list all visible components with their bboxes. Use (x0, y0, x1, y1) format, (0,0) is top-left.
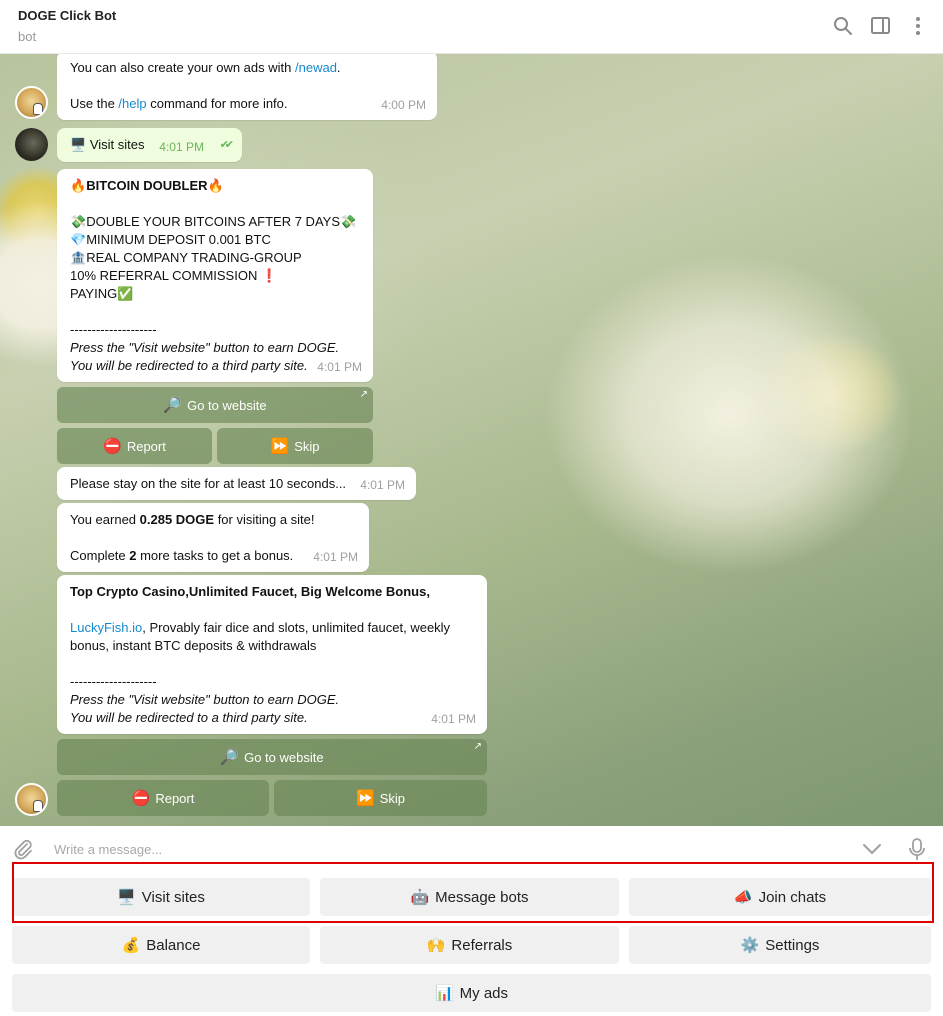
ad-note: You will be redirected to a third party … (70, 710, 308, 725)
chat-history[interactable]: You can also create your own ads with /n… (0, 54, 943, 826)
message-time: 4:01 PM (313, 550, 358, 564)
my-ads-button[interactable]: 📊 My ads (12, 974, 931, 1012)
no-entry-icon: ⛔ (103, 438, 122, 455)
message-input[interactable]: Write a message... (54, 842, 162, 857)
more-vert-icon[interactable] (908, 15, 928, 37)
megaphone-icon: 📣 (733, 889, 753, 906)
no-entry-icon: ⛔ (131, 790, 151, 807)
message-text: Please stay on the site for at least 10 … (70, 476, 347, 491)
go-to-website-button[interactable]: 🔎 Go to website ↗ (57, 387, 373, 423)
message-text: Use the /help command for more info. (70, 96, 288, 111)
join-chats-button[interactable]: 📣 Join chats (629, 878, 931, 916)
chat-title[interactable]: DOGE Click Bot (18, 8, 116, 23)
go-to-website-button[interactable]: 🔎 Go to website ↗ (57, 739, 487, 775)
divider: -------------------- (70, 674, 157, 689)
chat-header: DOGE Click Bot bot (0, 0, 943, 54)
message-text: You earned 0.285 DOGE for visiting a sit… (70, 512, 315, 527)
message-bubble-outgoing: 🖥️ Visit sites 4:01 PM ✔✔ (57, 128, 242, 162)
external-link-icon: ↗ (359, 389, 368, 400)
newad-command-link[interactable]: /newad (295, 60, 337, 75)
gear-icon: ⚙️ (740, 937, 760, 954)
message-time: 4:01 PM (159, 140, 204, 154)
desktop-icon: 🖥️ (117, 889, 136, 906)
ad-note: Press the "Visit website" button to earn… (70, 692, 340, 707)
message-bubble: Please stay on the site for at least 10 … (57, 467, 416, 500)
ad-title: Top Crypto Casino,Unlimited Faucet, Big … (70, 584, 430, 599)
message-time: 4:00 PM (381, 98, 426, 112)
settings-button[interactable]: ⚙️ Settings (629, 926, 931, 964)
message-bubble: You earned 0.285 DOGE for visiting a sit… (57, 503, 369, 572)
message-time: 4:01 PM (317, 360, 362, 374)
report-button[interactable]: ⛔ Report (57, 428, 212, 464)
fast-forward-icon: ⏩ (356, 790, 375, 807)
bot-reply-keyboard: 🖥️ Visit sites 🤖 Message bots 📣 Join cha… (0, 862, 943, 1016)
message-bubble: Top Crypto Casino,Unlimited Faucet, Big … (57, 575, 487, 734)
message-bots-button[interactable]: 🤖 Message bots (320, 878, 619, 916)
bot-avatar[interactable] (15, 86, 48, 119)
visit-sites-button[interactable]: 🖥️ Visit sites (12, 878, 310, 916)
balance-button[interactable]: 💰 Balance (12, 926, 310, 964)
message-time: 4:01 PM (431, 712, 476, 726)
money-bag-icon: 💰 (121, 937, 141, 954)
report-button[interactable]: ⛔ Report (57, 780, 269, 816)
raised-hands-icon: 🙌 (426, 937, 446, 954)
chat-subtitle: bot (18, 29, 37, 44)
read-receipt-icon: ✔✔ (219, 139, 235, 151)
message-bubble: You can also create your own ads with /n… (57, 54, 437, 120)
ad-title: 🔥BITCOIN DOUBLER🔥 (70, 178, 224, 193)
help-command-link[interactable]: /help (118, 96, 146, 111)
user-avatar[interactable] (15, 128, 48, 161)
magnifier-icon: 🔎 (220, 749, 240, 766)
message-text: 🖥️ Visit sites (70, 137, 145, 152)
fast-forward-icon: ⏩ (270, 438, 290, 455)
earned-amount: 0.285 DOGE (139, 512, 215, 527)
external-link-icon: ↗ (473, 741, 482, 752)
robot-icon: 🤖 (410, 889, 430, 906)
attach-icon[interactable] (12, 838, 34, 863)
message-text: You can also create your own ads with /n… (70, 60, 341, 75)
bar-chart-icon: 📊 (434, 985, 454, 1002)
skip-button[interactable]: ⏩ Skip (274, 780, 487, 816)
message-bubble: 🔥BITCOIN DOUBLER🔥 💸DOUBLE YOUR BITCOINS … (57, 169, 373, 382)
skip-button[interactable]: ⏩ Skip (217, 428, 373, 464)
luckyfish-link[interactable]: LuckyFish.io (70, 620, 142, 635)
message-time: 4:01 PM (360, 478, 405, 492)
chevron-down-icon[interactable] (861, 841, 883, 860)
ad-note: Press the "Visit website" button to earn… (70, 340, 340, 355)
search-icon[interactable] (832, 15, 854, 37)
bot-avatar[interactable] (15, 783, 48, 816)
sidebar-toggle-icon[interactable] (870, 15, 892, 37)
referrals-button[interactable]: 🙌 Referrals (320, 926, 619, 964)
magnifier-icon: 🔎 (163, 397, 183, 414)
divider: -------------------- (70, 322, 157, 337)
